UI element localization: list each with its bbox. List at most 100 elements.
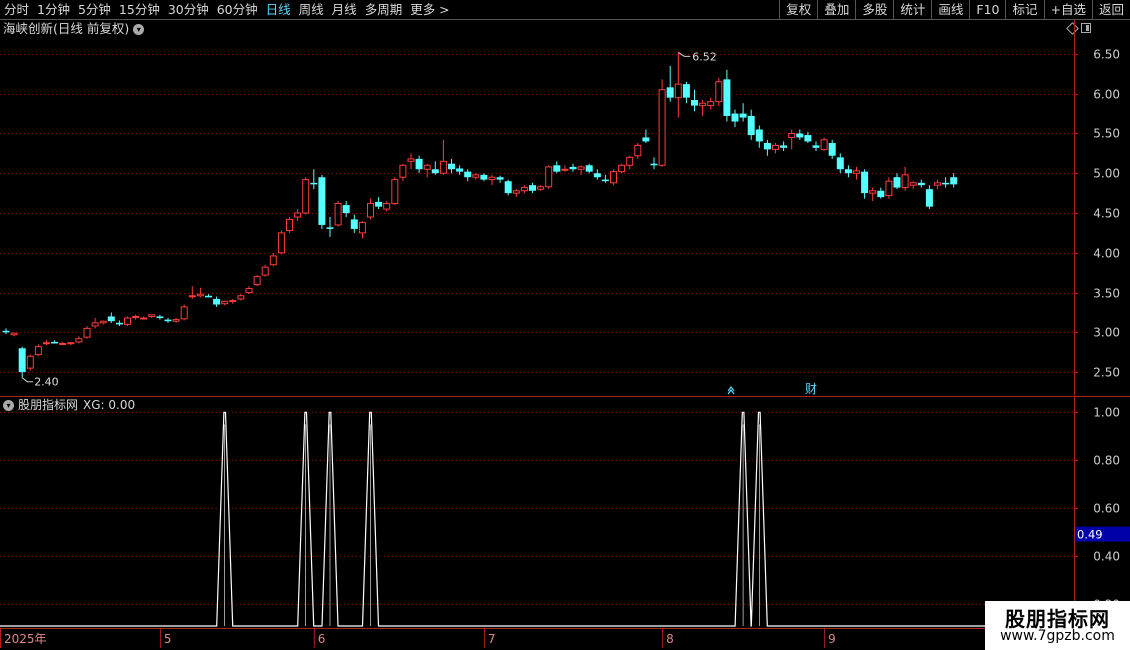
candle-down — [763, 139, 771, 156]
candle-body — [561, 168, 569, 171]
candle-body — [925, 189, 933, 207]
y-tick-label: 1.00 — [1093, 406, 1120, 420]
candle-body — [140, 317, 148, 320]
candle-body — [626, 156, 634, 166]
candle-down — [593, 169, 601, 180]
candle-body — [844, 169, 852, 174]
candle-up — [512, 189, 520, 198]
candle-up — [34, 344, 42, 357]
candle-body — [383, 202, 391, 210]
candle-body — [488, 176, 496, 181]
candle-down — [942, 177, 950, 188]
candle-down — [456, 165, 464, 175]
candle-up — [229, 298, 237, 304]
candle-down — [51, 340, 59, 344]
x-tick-label: 9 — [828, 632, 836, 646]
candle-down — [107, 312, 115, 323]
candle-up — [67, 341, 75, 346]
candle-body — [407, 158, 415, 162]
candle-down — [601, 174, 609, 183]
candle-body — [666, 87, 674, 98]
y-tick-label: 2.50 — [1093, 366, 1120, 380]
candle-body — [367, 202, 374, 218]
candle-body — [642, 137, 650, 142]
candle-body — [91, 322, 99, 327]
y-tick-label: 0.40 — [1093, 550, 1120, 564]
candle-body — [334, 202, 342, 226]
candle-body — [869, 190, 877, 194]
candle-up — [302, 177, 310, 215]
candle-down — [861, 169, 869, 199]
candle-body — [261, 266, 269, 276]
y-tick-label: 3.00 — [1093, 326, 1120, 340]
candle-body — [448, 163, 455, 170]
candle-body — [99, 320, 107, 324]
candle-up — [286, 217, 293, 233]
candle-down — [375, 197, 383, 210]
candle-up — [221, 300, 229, 306]
candle-up — [423, 163, 431, 178]
candle-body — [156, 316, 164, 319]
candle-up — [820, 137, 828, 151]
cursor-value-label: 0.49 — [1077, 528, 1103, 542]
candle-body — [796, 133, 804, 138]
candle-down — [812, 141, 820, 151]
candle-up — [188, 286, 196, 299]
candle-body — [229, 300, 237, 303]
candle-body — [585, 165, 593, 172]
candle-down — [205, 294, 212, 298]
candle-body — [326, 227, 334, 229]
high-label: 6.52 — [692, 50, 717, 63]
candle-body — [812, 145, 820, 148]
candle-body — [431, 169, 439, 174]
candle-body — [318, 177, 326, 225]
candle-body — [43, 342, 50, 345]
candle-body — [537, 186, 545, 190]
low-label: 2.40 — [34, 376, 59, 389]
candle-body — [593, 173, 601, 178]
candle-body — [221, 300, 229, 305]
candle-down — [529, 182, 536, 194]
candle-body — [180, 306, 188, 320]
candle-up — [43, 340, 50, 346]
stock-chart[interactable]: 6.50 6.00 5.50 5.00 4.50 4.00 3.50 3.00 2.50 6.52… — [0, 0, 1130, 650]
candle-body — [439, 160, 447, 174]
candle-body — [237, 295, 245, 300]
candle-up — [391, 177, 399, 206]
candle-body — [909, 182, 917, 186]
candle-up — [140, 316, 148, 320]
candle-up — [658, 79, 666, 167]
candle-up — [269, 252, 277, 267]
candle-body — [618, 164, 626, 173]
candle-body — [610, 171, 617, 184]
candle-body — [804, 135, 812, 142]
candle-body — [480, 174, 488, 180]
x-tick-label: 2025年 — [4, 632, 47, 646]
candle-body — [148, 314, 156, 317]
candle-down — [796, 129, 804, 140]
candle-body — [391, 179, 399, 204]
candle-up — [245, 286, 253, 295]
candle-down — [650, 157, 658, 170]
candle-body — [772, 144, 779, 150]
candle-body — [658, 89, 666, 166]
candle-down — [350, 214, 358, 233]
candle-body — [286, 218, 293, 232]
candle-up — [75, 336, 83, 344]
candle-body — [350, 219, 358, 229]
candle-down — [739, 103, 747, 122]
watermark: 股朋指标网 www.7gpzb.com — [985, 601, 1130, 650]
candle-up — [358, 220, 366, 239]
candle-up — [634, 143, 642, 159]
candle-up — [196, 287, 204, 298]
candle-down — [804, 131, 812, 144]
x-tick-label: 6 — [318, 632, 326, 646]
candle-body — [545, 166, 553, 188]
candle-down — [504, 179, 512, 196]
candle-body — [67, 342, 75, 345]
candle-body — [763, 143, 771, 150]
candle-down — [326, 217, 334, 237]
candle-body — [375, 201, 383, 207]
candle-body — [691, 100, 698, 106]
candle-down — [682, 81, 690, 104]
